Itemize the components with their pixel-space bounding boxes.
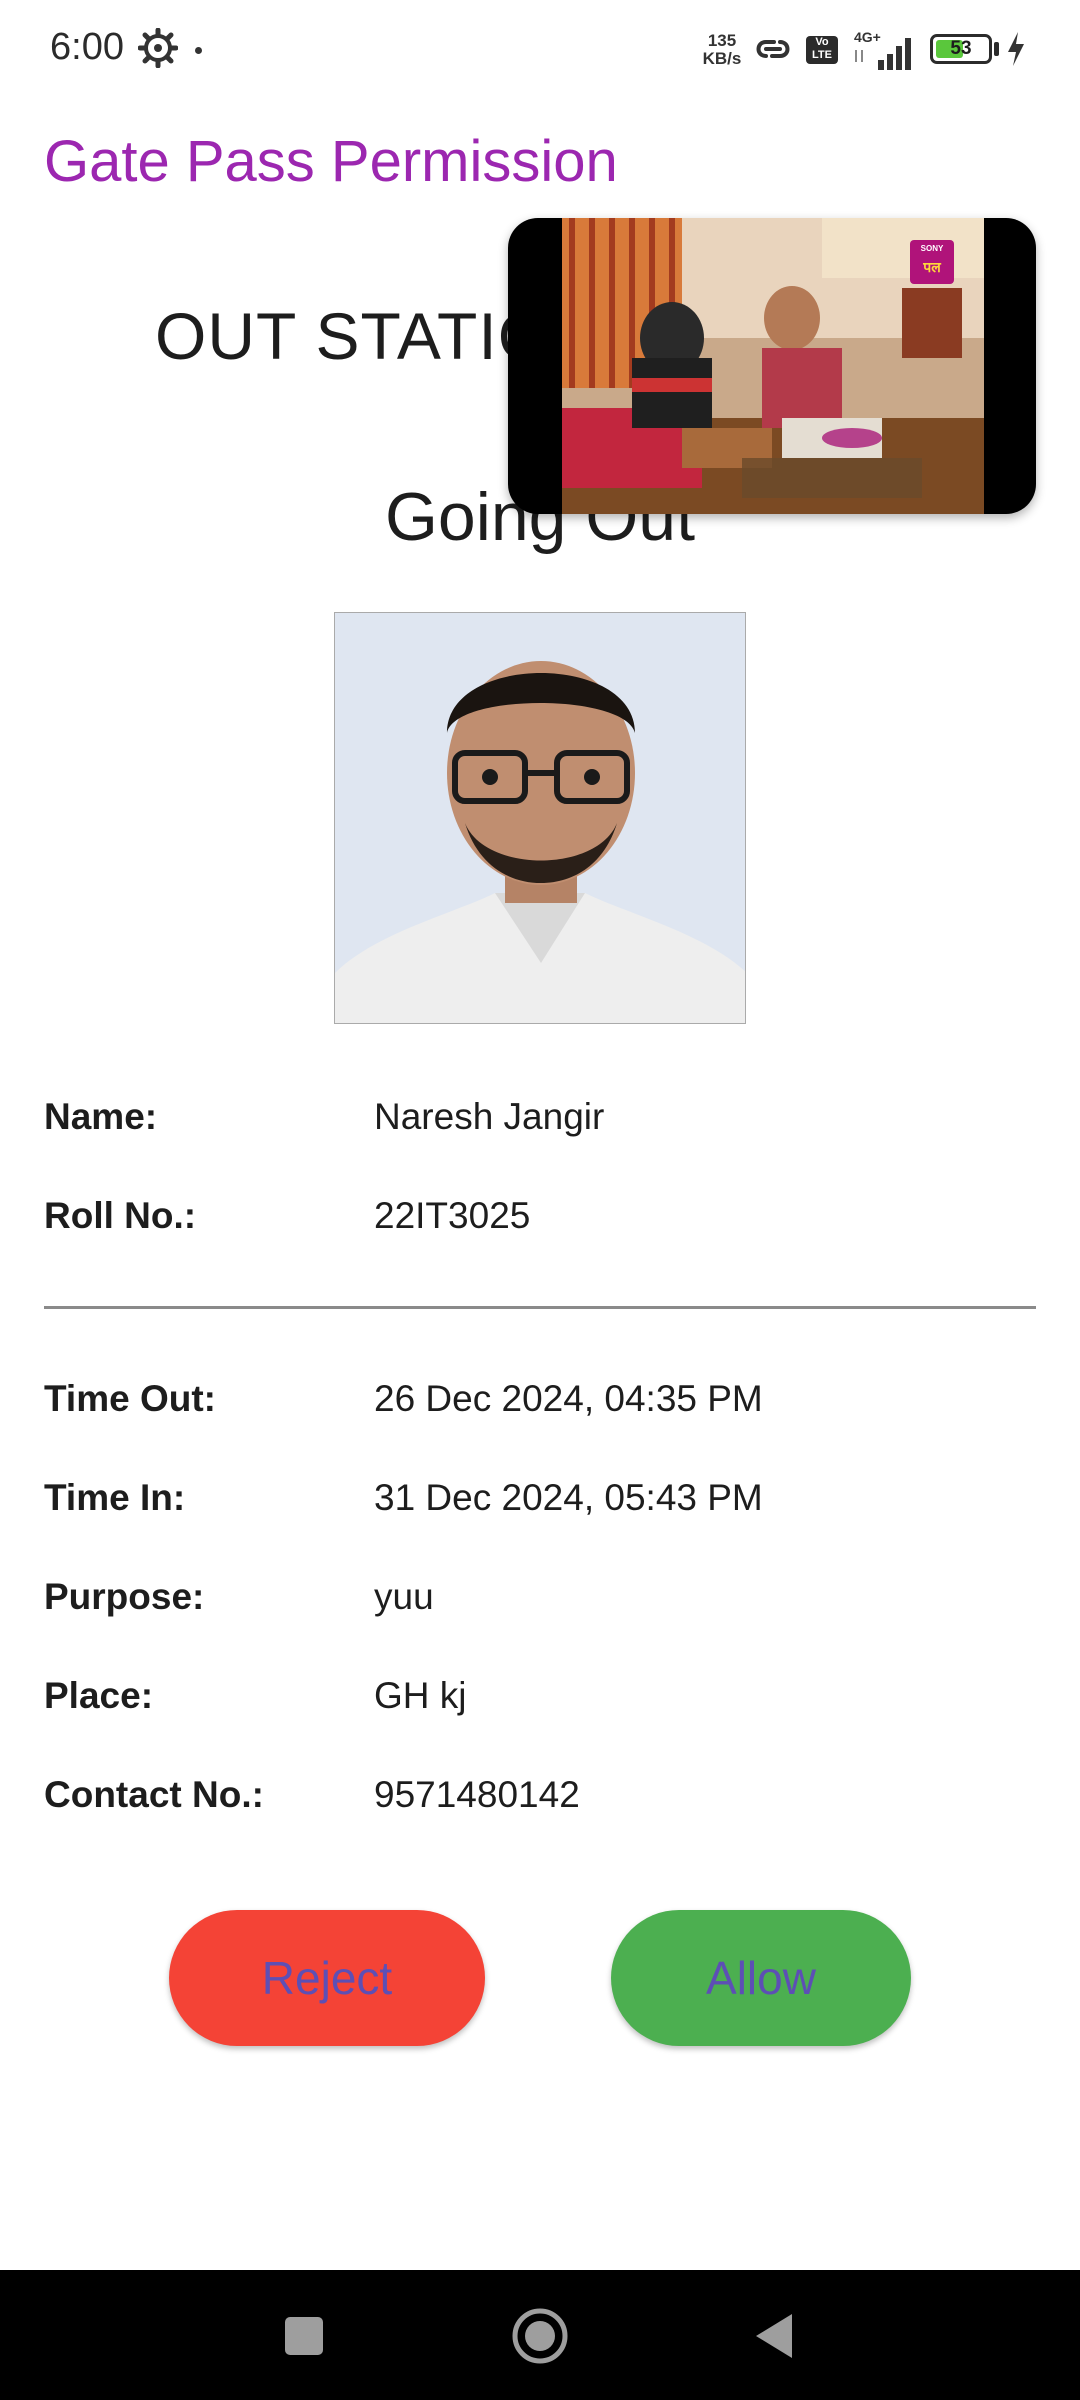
notification-dot <box>195 47 202 54</box>
roll-value: 22IT3025 <box>374 1195 531 1236</box>
home-icon[interactable] <box>508 2304 572 2368</box>
recents-icon[interactable] <box>272 2304 336 2368</box>
detail-row-purpose: Purpose: yuu <box>44 1576 1044 1636</box>
channel-name: पल <box>923 259 941 275</box>
detail-row-roll: Roll No.: 22IT3025 <box>44 1195 1044 1255</box>
gear-icon <box>138 28 178 68</box>
status-bar: 6:00 135 KB/s Vo LTE 4G+ 53 <box>0 0 1080 100</box>
status-time: 6:00 <box>50 26 124 68</box>
network-type: 4G+ <box>854 29 881 45</box>
net-speed-unit: KB/s <box>702 49 742 68</box>
reject-button[interactable]: Reject <box>169 1910 485 2046</box>
student-photo <box>334 612 746 1024</box>
time-in-label: Time In: <box>44 1477 186 1518</box>
detail-row-time-out: Time Out: 26 Dec 2024, 04:35 PM <box>44 1378 1044 1438</box>
time-in-value: 31 Dec 2024, 05:43 PM <box>374 1477 763 1518</box>
roll-label: Roll No.: <box>44 1195 197 1236</box>
divider <box>44 1306 1036 1309</box>
volte-icon: Vo LTE <box>806 36 838 64</box>
name-value: Naresh Jangir <box>374 1096 605 1137</box>
net-speed-value: 135 <box>707 31 737 50</box>
net-speed: 135 KB/s <box>700 32 744 68</box>
pass-category: OUT STATIC <box>155 299 547 373</box>
battery-icon: 53 <box>930 34 992 64</box>
time-out-label: Time Out: <box>44 1378 216 1419</box>
system-nav-bar <box>0 2270 1080 2400</box>
detail-row-contact: Contact No.: 9571480142 <box>44 1774 1044 1834</box>
purpose-label: Purpose: <box>44 1576 205 1617</box>
pip-video-window[interactable]: SONY पल <box>508 218 1036 514</box>
battery-level: 53 <box>950 38 972 59</box>
signal-icon: 4G+ <box>854 29 911 70</box>
place-value: GH kj <box>374 1675 467 1716</box>
link-icon <box>756 40 790 58</box>
back-icon[interactable] <box>744 2304 808 2368</box>
detail-row-time-in: Time In: 31 Dec 2024, 05:43 PM <box>44 1477 1044 1537</box>
detail-row-place: Place: GH kj <box>44 1675 1044 1735</box>
channel-logo: SONY पल <box>910 240 954 284</box>
contact-value: 9571480142 <box>374 1774 580 1815</box>
battery-tip <box>994 42 999 56</box>
status-icons: 135 KB/s Vo LTE 4G+ 53 <box>700 24 1030 74</box>
time-out-value: 26 Dec 2024, 04:35 PM <box>374 1378 763 1419</box>
allow-button[interactable]: Allow <box>611 1910 911 2046</box>
charging-icon <box>1008 32 1024 66</box>
detail-row-name: Name: Naresh Jangir <box>44 1096 1044 1156</box>
purpose-value: yuu <box>374 1576 434 1617</box>
student-photo-image <box>335 613 745 1023</box>
contact-label: Contact No.: <box>44 1774 264 1815</box>
channel-brand: SONY <box>920 244 944 253</box>
page-title: Gate Pass Permission <box>44 129 618 194</box>
name-label: Name: <box>44 1096 158 1137</box>
place-label: Place: <box>44 1675 154 1716</box>
